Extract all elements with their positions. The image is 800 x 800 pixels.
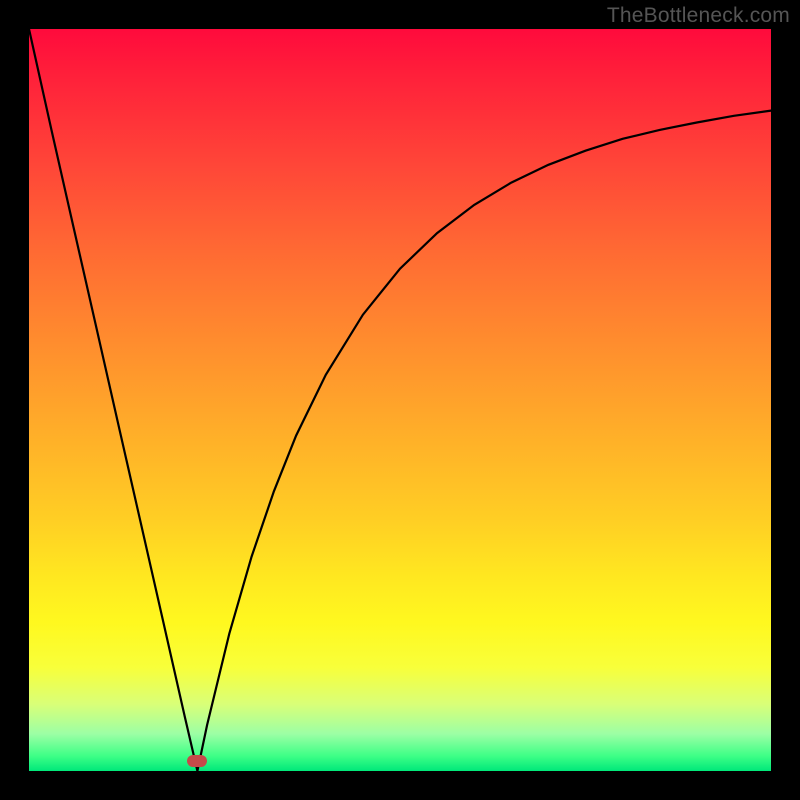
curve-path bbox=[29, 29, 771, 771]
watermark-text: TheBottleneck.com bbox=[607, 4, 790, 28]
chart-frame: TheBottleneck.com bbox=[0, 0, 800, 800]
min-marker-dot bbox=[187, 755, 207, 767]
plot-area bbox=[29, 29, 771, 771]
bottleneck-curve bbox=[29, 29, 771, 771]
